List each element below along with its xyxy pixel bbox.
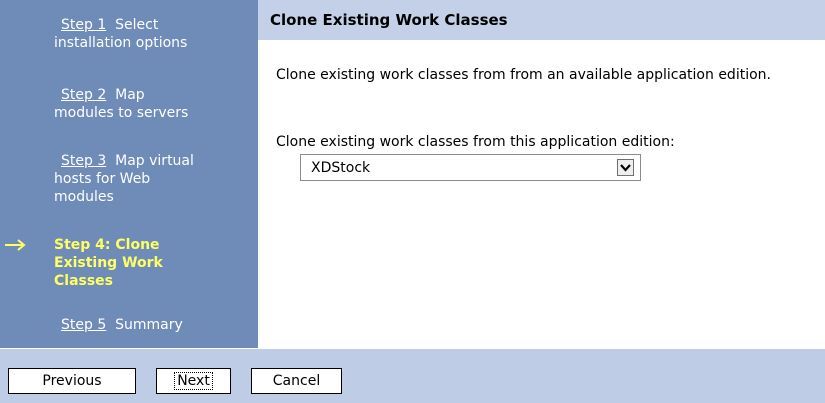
edition-select[interactable]: XDStock: [300, 154, 641, 181]
content-panel: Clone Existing Work Classes Clone existi…: [258, 0, 825, 348]
wizard-step-nav: Step 1 Select installation options Step …: [0, 0, 258, 348]
cancel-button[interactable]: Cancel: [251, 368, 342, 394]
title-bar: Clone Existing Work Classes: [258, 0, 825, 40]
step-4-label: Step 4: Clone Existing Work Classes: [54, 237, 163, 289]
cancel-button-label: Cancel: [272, 373, 321, 389]
step-3-link[interactable]: Step 3: [61, 153, 106, 169]
previous-button-label: Previous: [42, 373, 102, 389]
step-2-label: Map: [115, 87, 145, 103]
edition-select-value: XDStock: [311, 160, 371, 176]
description-text: Clone existing work classes from from an…: [276, 67, 771, 83]
step-1-label: Select: [115, 17, 159, 33]
step-5-label: Summary: [115, 317, 183, 333]
next-button[interactable]: Next: [156, 368, 231, 394]
step-5-link[interactable]: Step 5: [61, 317, 106, 333]
step-2-link[interactable]: Step 2: [61, 87, 106, 103]
step-1-link[interactable]: Step 1: [61, 17, 106, 33]
step-2-label-cont: modules to servers: [54, 105, 189, 121]
wizard-window: Step 1 Select installation options Step …: [0, 0, 825, 403]
right-arrow-icon: [5, 239, 26, 251]
edition-field-label: Clone existing work classes from this ap…: [276, 134, 675, 150]
step-1-label-cont: installation options: [54, 35, 188, 51]
chevron-down-icon: [620, 164, 631, 172]
wizard-footer: Previous Next Cancel: [0, 348, 825, 403]
step-3-label: Map virtual: [115, 153, 194, 169]
previous-button[interactable]: Previous: [8, 368, 136, 394]
dropdown-button[interactable]: [617, 159, 634, 176]
footer-divider: [0, 348, 825, 349]
page-title: Clone Existing Work Classes: [270, 11, 508, 29]
step-3-label-cont: hosts for Web modules: [54, 171, 151, 205]
next-button-label: Next: [174, 372, 213, 390]
